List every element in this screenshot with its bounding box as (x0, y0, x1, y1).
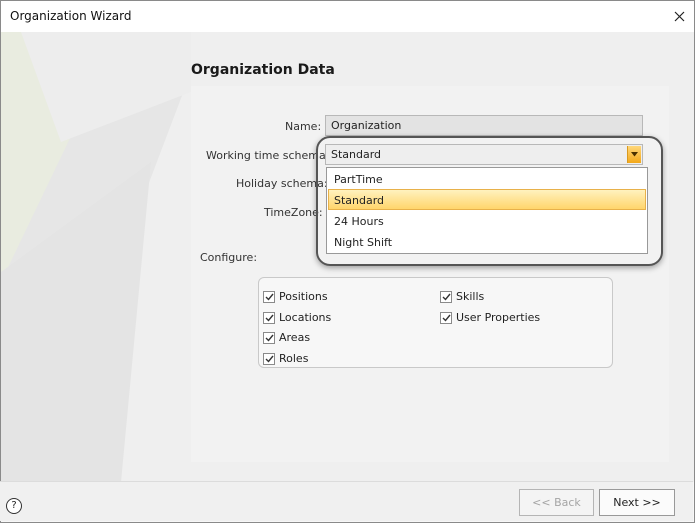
configure-label: Configure: (200, 251, 258, 264)
checkbox-box (263, 311, 275, 324)
title-bar: Organization Wizard (1, 1, 694, 32)
content-panel (191, 86, 669, 462)
page-title: Organization Data (191, 62, 335, 78)
working-time-schema-dropdown-list: PartTime Standard 24 Hours Night Shift (326, 167, 648, 254)
roles-checkbox[interactable]: Roles (263, 352, 308, 365)
areas-label: Areas (279, 331, 311, 344)
checkbox-box (440, 290, 452, 303)
window-title: Organization Wizard (10, 9, 132, 23)
checkmark-icon (265, 355, 274, 363)
name-field[interactable]: Organization (325, 115, 643, 136)
dropdown-option-parttime[interactable]: PartTime (328, 168, 646, 189)
close-icon (674, 11, 684, 22)
dropdown-option-night-shift[interactable]: Night Shift (328, 231, 646, 252)
dropdown-option-standard[interactable]: Standard (328, 189, 646, 210)
name-label: Name: (285, 120, 322, 133)
dropdown-button[interactable] (627, 146, 641, 163)
checkbox-box (263, 331, 275, 344)
user-properties-checkbox[interactable]: User Properties (440, 311, 540, 324)
working-time-schema-value: Standard (331, 148, 382, 161)
checkmark-icon (442, 314, 451, 322)
timezone-label: TimeZone: (264, 206, 323, 219)
skills-checkbox[interactable]: Skills (440, 290, 484, 303)
checkmark-icon (442, 293, 451, 301)
working-time-schema-select[interactable]: Standard (325, 144, 643, 165)
close-button[interactable] (664, 1, 694, 32)
checkbox-box (263, 290, 275, 303)
checkmark-icon (265, 334, 274, 342)
help-icon[interactable]: ? (6, 498, 22, 514)
roles-label: Roles (279, 352, 309, 365)
locations-checkbox[interactable]: Locations (263, 311, 331, 324)
positions-label: Positions (279, 290, 328, 303)
back-button[interactable]: << Back (519, 489, 594, 516)
checkbox-box (263, 352, 275, 365)
locations-label: Locations (279, 311, 332, 324)
checkbox-box (440, 311, 452, 324)
checkmark-icon (265, 293, 274, 301)
working-time-schema-label: Working time schema: (206, 149, 330, 162)
user-properties-label: User Properties (456, 311, 541, 324)
checkmark-icon (265, 314, 274, 322)
chevron-down-icon (631, 152, 638, 157)
skills-label: Skills (456, 290, 485, 303)
holiday-schema-label: Holiday schema: (236, 177, 328, 190)
dropdown-option-24-hours[interactable]: 24 Hours (328, 210, 646, 231)
positions-checkbox[interactable]: Positions (263, 290, 328, 303)
areas-checkbox[interactable]: Areas (263, 331, 310, 344)
next-button[interactable]: Next >> (599, 489, 675, 516)
